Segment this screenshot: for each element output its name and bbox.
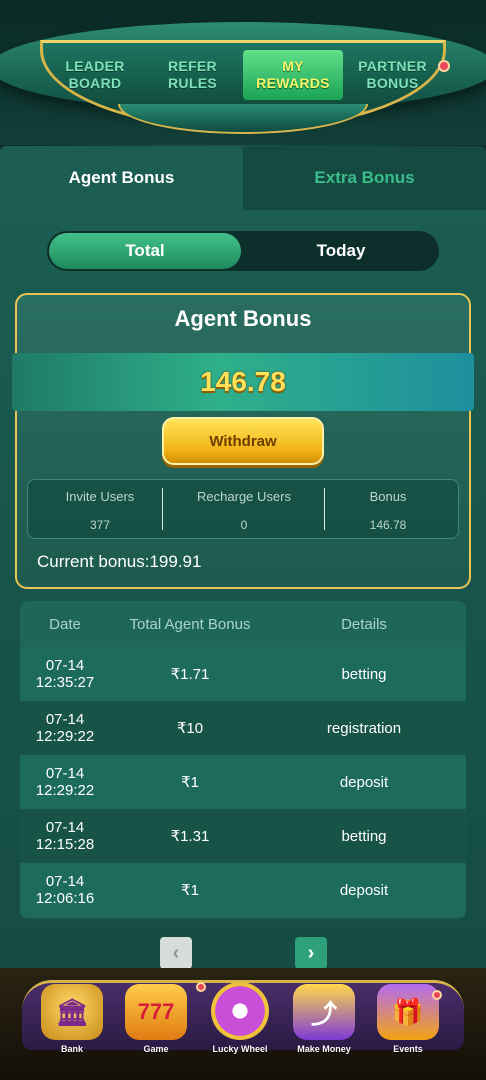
amount-banner: 146.78 bbox=[12, 353, 474, 411]
bottom-nav-make-money[interactable]: ⤴ Make Money bbox=[282, 970, 366, 1054]
table-row: 07-14 12:29:22 ₹10 registration bbox=[20, 701, 466, 755]
prev-page-button[interactable]: ‹ bbox=[160, 937, 192, 969]
table-row: 07-14 12:06:16 ₹1 deposit bbox=[20, 863, 466, 917]
stats-box: Invite Users 377 Recharge Users 0 Bonus … bbox=[27, 479, 459, 539]
table-row: 07-14 12:29:22 ₹1 deposit bbox=[20, 755, 466, 809]
stat-bonus: Bonus 146.78 bbox=[316, 480, 460, 540]
date-day: 07-14 bbox=[45, 765, 85, 782]
row-date: 07-14 12:06:16 bbox=[20, 863, 110, 917]
nav-label: Events bbox=[393, 1044, 423, 1054]
tab-partner-bonus[interactable]: PARTNER BONUS bbox=[350, 50, 435, 100]
stat-recharge-users: Recharge Users 0 bbox=[172, 480, 316, 540]
period-toggle: Total Today bbox=[47, 231, 439, 271]
slot-777-icon: 777 bbox=[125, 984, 187, 1040]
stat-value: 377 bbox=[89, 518, 111, 532]
toggle-total[interactable]: Total bbox=[49, 233, 241, 269]
stat-label: Recharge Users bbox=[197, 489, 291, 504]
row-details: registration bbox=[326, 719, 402, 737]
stat-label: Invite Users bbox=[65, 489, 135, 504]
bottom-nav-events[interactable]: 🎁 Events bbox=[366, 970, 450, 1054]
row-amount: ₹1.71 bbox=[170, 666, 210, 683]
wheel-icon bbox=[211, 982, 269, 1040]
row-amount: ₹1.31 bbox=[170, 828, 210, 845]
date-time: 12:15:28 bbox=[35, 836, 95, 853]
toggle-today[interactable]: Today bbox=[243, 231, 439, 271]
stat-value: 146.78 bbox=[369, 518, 407, 532]
bonus-history-table: Date Total Agent Bonus Details 07-14 12:… bbox=[20, 601, 466, 919]
nav-label: Make Money bbox=[297, 1044, 351, 1054]
row-details: deposit bbox=[339, 773, 389, 791]
date-time: 12:29:22 bbox=[35, 728, 95, 745]
header-total-agent-bonus: Total Agent Bonus bbox=[129, 615, 251, 633]
row-amount: ₹1 bbox=[181, 774, 199, 791]
withdraw-button[interactable]: Withdraw bbox=[162, 417, 324, 465]
stat-label: Bonus bbox=[369, 489, 407, 504]
tab-my-rewards[interactable]: MY REWARDS bbox=[243, 50, 343, 100]
sub-tabs: Agent Bonus Extra Bonus bbox=[0, 146, 486, 210]
nav-label: Lucky Wheel bbox=[212, 1044, 268, 1054]
bank-icon: 🏛 bbox=[41, 984, 103, 1040]
tab-extra-bonus[interactable]: Extra Bonus bbox=[243, 146, 486, 210]
bottom-nav-lucky-wheel[interactable]: Lucky Wheel bbox=[198, 970, 282, 1054]
notification-dot-icon bbox=[438, 60, 450, 72]
row-details: betting bbox=[341, 827, 387, 845]
share-money-icon: ⤴ bbox=[293, 984, 355, 1040]
date-time: 12:06:16 bbox=[35, 890, 95, 907]
row-date: 07-14 12:29:22 bbox=[20, 701, 110, 755]
row-details: deposit bbox=[339, 881, 389, 899]
row-date: 07-14 12:15:28 bbox=[20, 809, 110, 863]
row-amount: ₹10 bbox=[176, 720, 204, 737]
table-row: 07-14 12:35:27 ₹1.71 betting bbox=[20, 647, 466, 701]
table-row: 07-14 12:15:28 ₹1.31 betting bbox=[20, 809, 466, 863]
gift-icon: 🎁 bbox=[377, 984, 439, 1040]
stat-invite-users: Invite Users 377 bbox=[28, 480, 172, 540]
next-page-button[interactable]: › bbox=[295, 937, 327, 969]
chevron-left-icon: ‹ bbox=[172, 941, 180, 964]
stat-value: 0 bbox=[240, 518, 248, 532]
tab-agent-bonus[interactable]: Agent Bonus bbox=[0, 146, 243, 210]
bottom-nav-game[interactable]: 777 Game bbox=[114, 970, 198, 1054]
tab-leader-board[interactable]: LEADER BOARD bbox=[55, 50, 135, 100]
table-header: Date Total Agent Bonus Details bbox=[20, 601, 466, 647]
date-time: 12:35:27 bbox=[35, 674, 95, 691]
row-amount: ₹1 bbox=[181, 882, 199, 899]
row-date: 07-14 12:35:27 bbox=[20, 647, 110, 701]
tab-refer-rules[interactable]: REFER RULES bbox=[150, 50, 235, 100]
row-details: betting bbox=[341, 665, 387, 683]
date-day: 07-14 bbox=[45, 657, 85, 674]
date-time: 12:29:22 bbox=[35, 782, 95, 799]
current-bonus-text: Current bonus:199.91 bbox=[37, 552, 202, 571]
nav-label: Bank bbox=[60, 1044, 83, 1054]
stat-divider bbox=[162, 488, 163, 530]
row-date: 07-14 12:29:22 bbox=[20, 755, 110, 809]
bonus-amount: 146.78 bbox=[200, 366, 286, 397]
nav-label: Game bbox=[143, 1044, 169, 1054]
date-day: 07-14 bbox=[45, 711, 85, 728]
date-day: 07-14 bbox=[45, 873, 85, 890]
header-details: Details bbox=[341, 615, 387, 633]
chevron-right-icon: › bbox=[307, 941, 315, 964]
events-badge-dot-icon bbox=[432, 990, 442, 1000]
date-day: 07-14 bbox=[45, 819, 85, 836]
bottom-nav-bank[interactable]: 🏛 Bank bbox=[30, 970, 114, 1054]
card-title: Agent Bonus bbox=[174, 306, 312, 331]
header-date: Date bbox=[49, 615, 81, 633]
